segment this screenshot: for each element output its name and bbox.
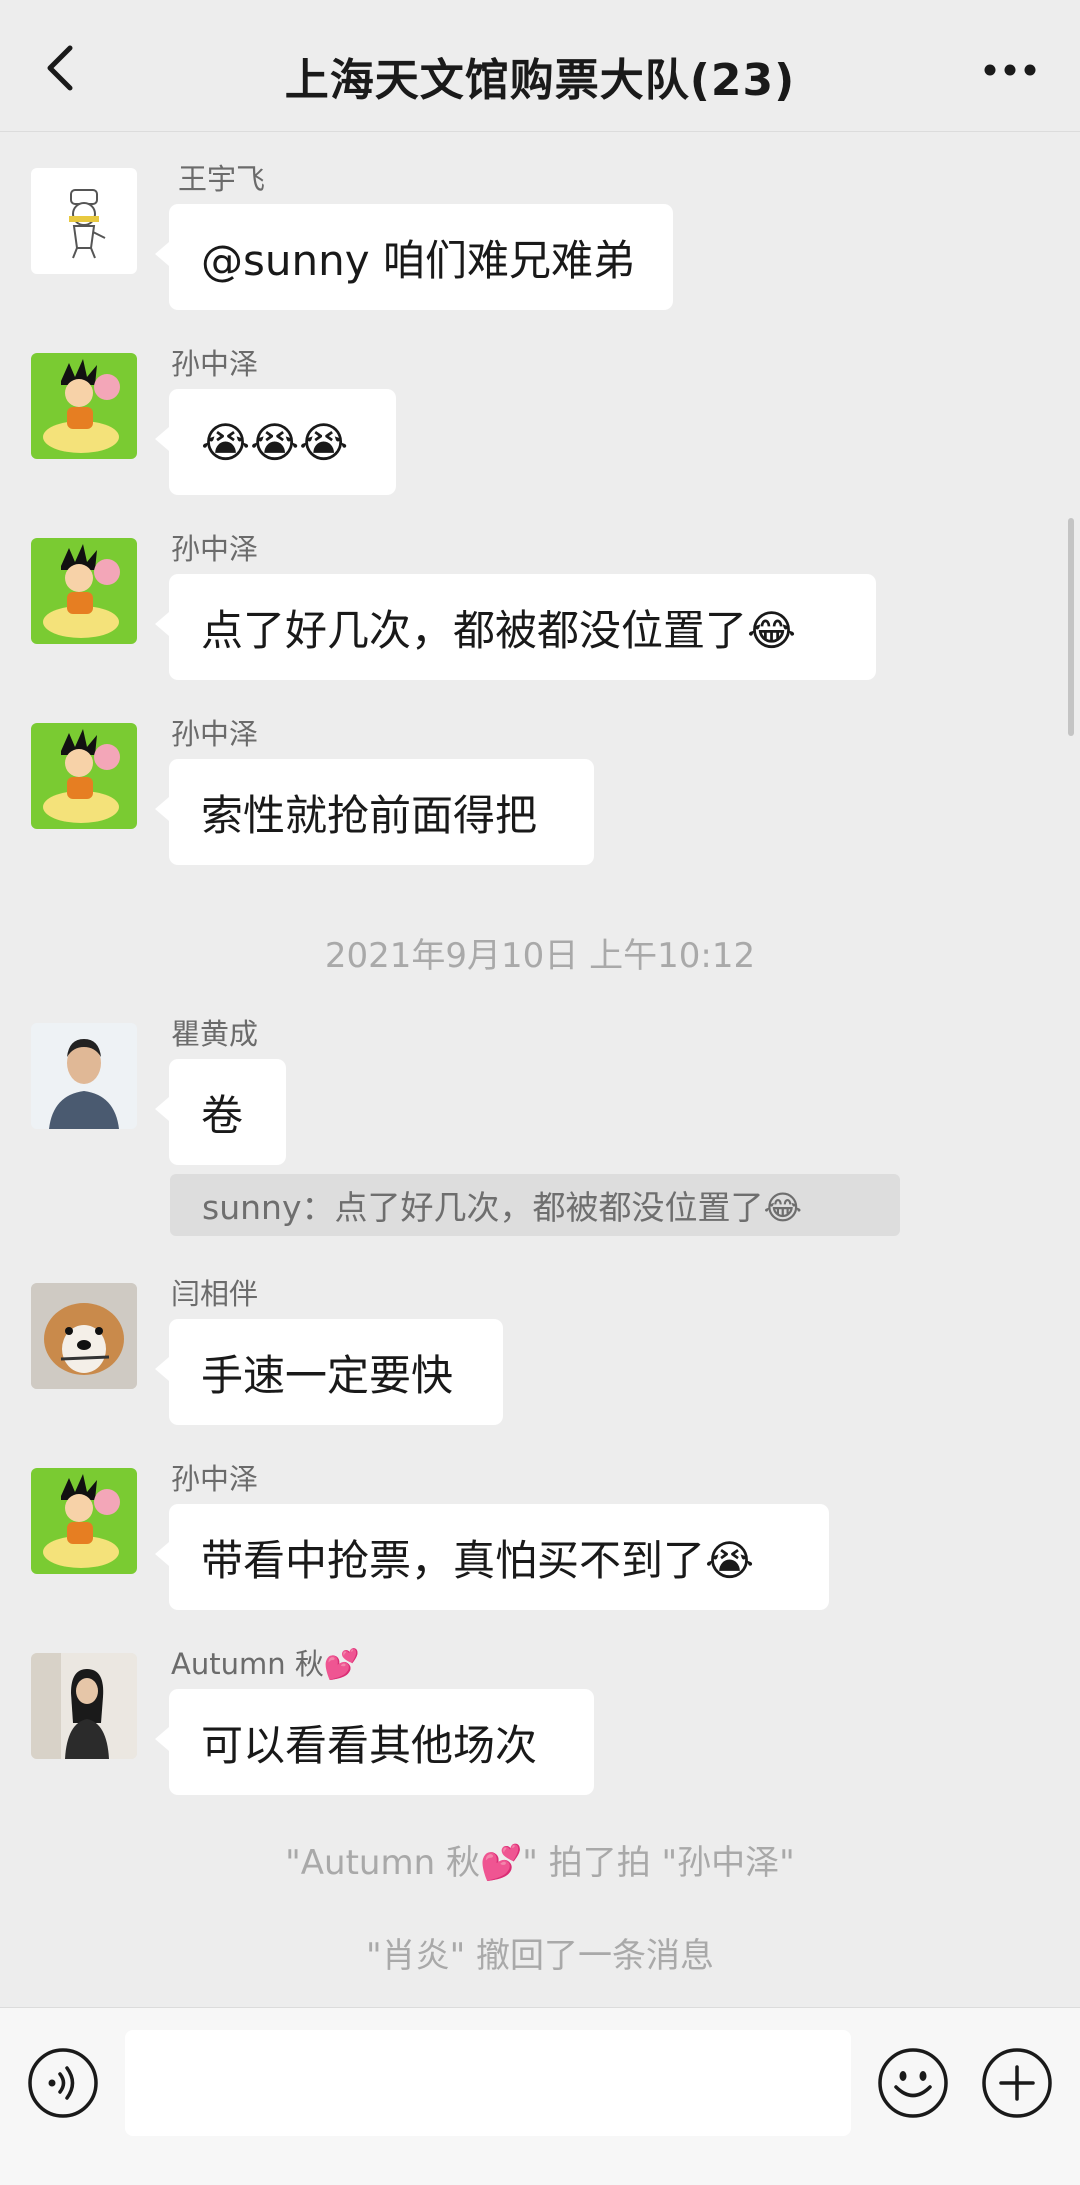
message-bubble[interactable]: 😭😭😭 (155, 389, 396, 495)
message-bubble[interactable]: 索性就抢前面得把 (155, 759, 594, 865)
message-bubble[interactable]: @sunny 咱们难兄难弟 (155, 204, 673, 310)
message-bubble[interactable]: 卷 (155, 1059, 286, 1165)
goku-avatar[interactable] (31, 723, 137, 829)
sender-name: 孙中泽 (171, 347, 259, 381)
goku-avatar[interactable] (31, 353, 137, 459)
voice-icon (28, 2048, 98, 2118)
more-functions-button[interactable] (980, 2046, 1054, 2120)
more-button[interactable] (982, 52, 1038, 88)
goku-avatar[interactable] (31, 1468, 137, 1574)
sender-name: 孙中泽 (171, 1462, 259, 1496)
more-dots-icon (984, 64, 1036, 76)
message-input[interactable] (125, 2030, 851, 2136)
recall-notice: "肖炎" 撤回了一条消息 (365, 1936, 715, 1976)
pat-notice: "Autumn 秋💕" 拍了拍 "孙中泽" (285, 1843, 795, 1883)
sender-name: 闫相伴 (171, 1277, 259, 1311)
chat-title: 上海天文馆购票大队(23) (284, 55, 796, 106)
scrollbar[interactable] (1068, 518, 1074, 736)
message-bubble[interactable]: 带看中抢票，真怕买不到了😭 (155, 1504, 829, 1610)
sender-name: Autumn 秋💕 (171, 1647, 360, 1681)
voice-input-button[interactable] (26, 2046, 100, 2120)
sender-name: 王宇飞 (178, 162, 266, 196)
woman-photo-avatar-image (31, 1653, 137, 1759)
sender-name: 孙中泽 (171, 532, 259, 566)
sender-name: 瞿黄成 (171, 1017, 259, 1051)
message-bubble[interactable]: 点了好几次，都被都没位置了😂 (155, 574, 876, 680)
message-bubble[interactable]: 手速一定要快 (155, 1319, 503, 1425)
man-photo-avatar-image (31, 1023, 137, 1129)
sender-name: 孙中泽 (171, 717, 259, 751)
goku-avatar-image (43, 1474, 120, 1568)
top-bar: 上海天文馆购票大队(23) (0, 0, 1080, 132)
input-bar (0, 2007, 1080, 2185)
goku-avatar-image (43, 544, 120, 638)
goku-avatar-image (43, 359, 120, 453)
man-photo-avatar[interactable] (31, 1023, 137, 1129)
timestamp: 2021年9月10日 上午10:12 (324, 936, 756, 976)
emoji-button[interactable] (876, 2046, 950, 2120)
chef-avatar-image (69, 189, 106, 259)
quoted-message[interactable]: sunny：点了好几次，都被都没位置了😂 (170, 1174, 900, 1236)
goku-avatar-image (43, 729, 120, 823)
dog-photo-avatar[interactable] (31, 1283, 137, 1389)
chat-screen: 上海天文馆购票大队(23) 王宇飞 @sunny 咱们难兄难弟 孙中泽 😭😭😭 … (0, 0, 1080, 2185)
emoji-icon (878, 2048, 948, 2118)
plus-icon (982, 2048, 1052, 2118)
chef-avatar[interactable] (31, 168, 137, 274)
goku-avatar[interactable] (31, 538, 137, 644)
dog-photo-avatar-image (31, 1283, 137, 1389)
woman-photo-avatar[interactable] (31, 1653, 137, 1759)
message-bubble[interactable]: 可以看看其他场次 (155, 1689, 594, 1795)
